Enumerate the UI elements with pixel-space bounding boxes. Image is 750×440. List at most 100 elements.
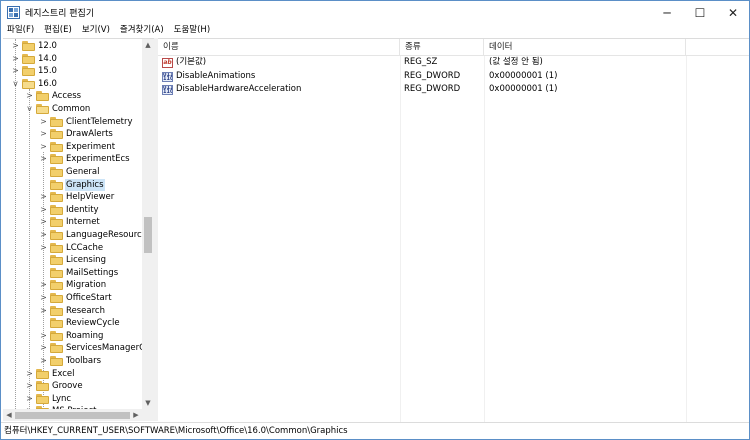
menu-favorites[interactable]: 즐겨찾기(A) bbox=[116, 24, 168, 38]
folder-icon bbox=[50, 293, 63, 303]
chevron-right-icon[interactable]: > bbox=[39, 154, 48, 164]
tree-horizontal-scrollbar[interactable]: ◀ ▶ bbox=[3, 409, 154, 421]
tree-item[interactable]: > LCCache bbox=[3, 242, 142, 255]
tree-item[interactable]: > Roaming bbox=[3, 330, 142, 343]
tree-item[interactable]: > Toolbars bbox=[3, 355, 142, 368]
tree-item[interactable]: v Common bbox=[3, 103, 142, 116]
chevron-right-icon[interactable]: > bbox=[39, 205, 48, 215]
folder-icon bbox=[22, 66, 35, 77]
chevron-right-icon[interactable]: > bbox=[39, 280, 48, 290]
chevron-right-icon[interactable]: > bbox=[39, 331, 48, 341]
tree-item[interactable]: ReviewCycle bbox=[3, 317, 142, 330]
tree-item[interactable]: MailSettings bbox=[3, 267, 142, 280]
scroll-down-arrow-icon[interactable]: ▼ bbox=[142, 397, 154, 409]
tree-item[interactable]: v 16.0 bbox=[3, 78, 142, 91]
column-header-type[interactable]: 종류 bbox=[400, 39, 484, 56]
column-header-data[interactable]: 데이터 bbox=[484, 39, 686, 56]
tree-item[interactable]: > LanguageResources bbox=[3, 229, 142, 242]
menu-view[interactable]: 보기(V) bbox=[78, 24, 114, 38]
chevron-right-icon[interactable]: > bbox=[39, 293, 48, 303]
tree-item-label: Identity bbox=[66, 204, 99, 215]
chevron-right-icon[interactable]: > bbox=[39, 306, 48, 316]
tree-item-label: Excel bbox=[52, 368, 75, 379]
folder-icon bbox=[50, 167, 63, 177]
chevron-right-icon[interactable]: > bbox=[39, 117, 48, 127]
tree-item[interactable]: Licensing bbox=[3, 254, 142, 267]
tree-item[interactable]: > Access bbox=[3, 90, 142, 103]
chevron-right-icon[interactable]: > bbox=[11, 66, 20, 76]
tree-item[interactable]: > ExperimentEcs bbox=[3, 153, 142, 166]
chevron-right-icon[interactable]: > bbox=[25, 381, 34, 391]
chevron-right-icon[interactable]: > bbox=[39, 192, 48, 202]
tree-item[interactable]: > Experiment bbox=[3, 141, 142, 154]
folder-icon bbox=[50, 255, 63, 266]
value-row[interactable]: ab (기본값) REG_SZ (값 설정 안 됨) bbox=[158, 56, 749, 70]
tree-scroll-thumb[interactable] bbox=[144, 217, 152, 253]
menu-edit[interactable]: 편집(E) bbox=[40, 24, 76, 38]
tree-item-label: 16.0 bbox=[38, 78, 57, 89]
chevron-right-icon[interactable]: > bbox=[39, 356, 48, 366]
chevron-right-icon[interactable]: > bbox=[39, 343, 48, 353]
chevron-right-icon[interactable]: > bbox=[39, 129, 48, 139]
tree-item[interactable]: > DrawAlerts bbox=[3, 128, 142, 141]
folder-icon bbox=[50, 204, 63, 215]
chevron-right-icon[interactable]: > bbox=[39, 217, 48, 227]
chevron-down-icon[interactable]: v bbox=[11, 79, 20, 89]
chevron-right-icon[interactable]: > bbox=[11, 41, 20, 51]
tree-item[interactable]: > Migration bbox=[3, 279, 142, 292]
chevron-right-icon[interactable]: > bbox=[25, 394, 34, 404]
tree-item[interactable]: > Lync bbox=[3, 393, 142, 406]
tree-item-label: Toolbars bbox=[66, 356, 102, 366]
scroll-up-arrow-icon[interactable]: ▲ bbox=[142, 39, 154, 51]
column-header-name[interactable]: 이름 bbox=[158, 39, 400, 56]
scroll-right-arrow-icon[interactable]: ▶ bbox=[130, 409, 142, 421]
tree-item[interactable]: >12.0 bbox=[3, 40, 142, 53]
folder-icon bbox=[50, 242, 63, 253]
value-data: 0x00000001 (1) bbox=[489, 84, 558, 94]
folder-icon bbox=[22, 41, 35, 51]
value-row[interactable]: 011 110 DisableAnimations REG_DWORD 0x00000… bbox=[158, 70, 749, 84]
tree-item[interactable]: >15.0 bbox=[3, 65, 142, 78]
tree-item[interactable]: > ServicesManagerCach bbox=[3, 342, 142, 355]
value-data: (값 설정 안 됨) bbox=[489, 57, 543, 67]
tree-vertical-scrollbar[interactable]: ▲ ▼ bbox=[142, 39, 154, 409]
tree-hscroll-thumb[interactable] bbox=[15, 412, 130, 419]
tree-item[interactable]: Graphics bbox=[3, 178, 142, 192]
registry-key-tree[interactable]: >12.0 >14.0 >15.0 v 16.0 > Access v Common > Clien… bbox=[3, 38, 154, 421]
menu-file[interactable]: 파일(F) bbox=[3, 24, 38, 38]
tree-item[interactable]: > Excel bbox=[3, 368, 142, 381]
chevron-right-icon[interactable]: > bbox=[39, 230, 48, 240]
tree-item[interactable]: >14.0 bbox=[3, 53, 142, 66]
chevron-right-icon[interactable]: > bbox=[25, 91, 34, 101]
value-row[interactable]: 011 110 DisableHardwareAcceleration REG_DW… bbox=[158, 83, 749, 97]
status-bar: 컴퓨터\HKEY_CURRENT_USER\SOFTWARE\Microsoft… bbox=[1, 422, 749, 439]
chevron-right-icon[interactable]: > bbox=[39, 243, 48, 253]
tree-item[interactable]: General bbox=[3, 166, 142, 179]
close-button[interactable]: ✕ bbox=[717, 1, 749, 24]
chevron-right-icon[interactable]: > bbox=[25, 369, 34, 379]
chevron-right-icon[interactable]: > bbox=[39, 142, 48, 152]
registry-editor-icon bbox=[7, 6, 20, 19]
minimize-button[interactable]: ─ bbox=[651, 1, 683, 24]
value-data: 0x00000001 (1) bbox=[489, 70, 558, 81]
tree-item[interactable]: > Research bbox=[3, 305, 142, 318]
tree-item-label: HelpViewer bbox=[66, 192, 115, 203]
chevron-down-icon[interactable]: v bbox=[25, 104, 34, 114]
folder-icon bbox=[50, 141, 63, 152]
tree-item[interactable]: > HelpViewer bbox=[3, 191, 142, 204]
tree-item[interactable]: > OfficeStart bbox=[3, 292, 142, 305]
tree-item-label: ReviewCycle bbox=[66, 318, 120, 329]
tree-item[interactable]: > Identity bbox=[3, 204, 142, 217]
tree-item[interactable]: > Groove bbox=[3, 380, 142, 393]
tree-item-label: OfficeStart bbox=[66, 293, 112, 303]
tree-item[interactable]: > Internet bbox=[3, 216, 142, 229]
tree-item[interactable]: > ClientTelemetry bbox=[3, 116, 142, 129]
chevron-right-icon[interactable]: > bbox=[11, 54, 20, 64]
maximize-button[interactable]: ☐ bbox=[684, 1, 716, 24]
scroll-left-arrow-icon[interactable]: ◀ bbox=[3, 409, 15, 421]
tree-item-label: LanguageResources bbox=[66, 230, 142, 240]
tree-item-label: 14.0 bbox=[38, 53, 57, 64]
status-path: 컴퓨터\HKEY_CURRENT_USER\SOFTWARE\Microsoft… bbox=[4, 426, 348, 436]
menu-help[interactable]: 도움말(H) bbox=[170, 24, 214, 38]
values-list[interactable]: 이름 종류 데이터 ab (기본값) REG_SZ (값 설정 안 됨) 011 110… bbox=[158, 38, 749, 422]
